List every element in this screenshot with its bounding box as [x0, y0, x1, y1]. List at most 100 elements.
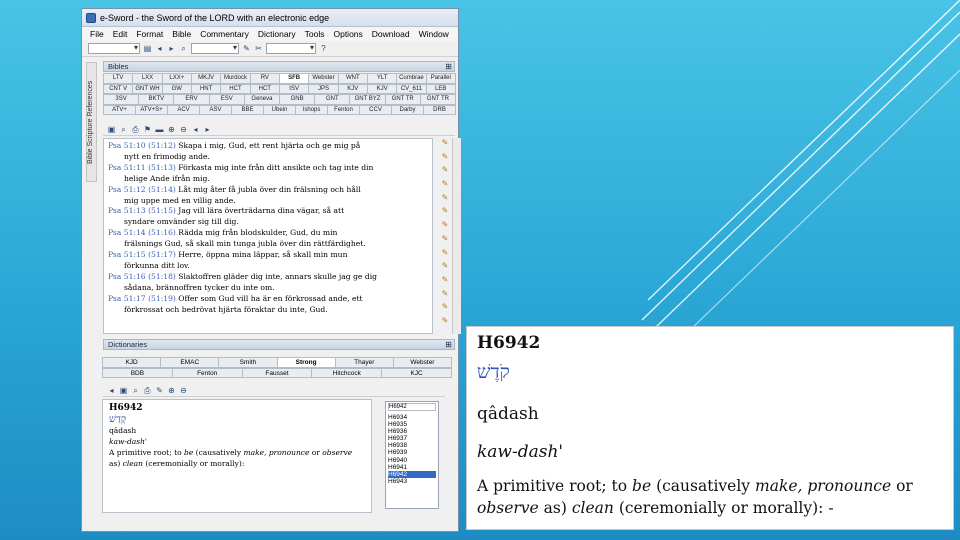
tab-bible-ishops[interactable]: Ishops [295, 104, 328, 115]
tab-bible-drb[interactable]: DRB [423, 104, 456, 115]
tab-bible-gnt-wh[interactable]: GNT WH [132, 83, 163, 94]
topic-list-item[interactable]: H6934 [388, 414, 436, 421]
back-icon[interactable]: ◂ [107, 386, 116, 395]
dictionary-combo[interactable] [266, 43, 316, 54]
bible-references-side-tab[interactable]: Bible Scripture References [86, 62, 97, 182]
verse-reference[interactable]: Psa 51:10 [108, 141, 146, 150]
commentary-marker-icon[interactable]: ✎ [439, 234, 451, 245]
tab-dictionary-bdb[interactable]: BDB [102, 367, 173, 378]
pin-icon[interactable]: ⊞ [445, 62, 452, 71]
forward-icon[interactable]: ▸ [167, 44, 176, 53]
tab-bible-gnb[interactable]: GNB [279, 94, 316, 105]
menu-item-options[interactable]: Options [333, 29, 362, 39]
tab-bible-ltv[interactable]: LTV [103, 73, 134, 84]
verse-reference[interactable]: Psa 51:16 [108, 272, 146, 281]
copy-icon[interactable]: ▣ [119, 386, 128, 395]
commentary-marker-icon[interactable]: ✎ [439, 206, 451, 217]
tab-bible-lxx-[interactable]: LXX+ [161, 73, 192, 84]
zoom-in-icon[interactable]: ⊕ [167, 386, 176, 395]
tab-bible-cumbrae[interactable]: Cumbrae [396, 73, 427, 84]
zoom-out-icon[interactable]: ⊖ [179, 386, 188, 395]
commentary-marker-icon[interactable]: ✎ [439, 248, 451, 259]
tab-bible-darby[interactable]: Darby [391, 104, 424, 115]
tab-dictionary-kjc[interactable]: KJC [381, 367, 452, 378]
highlight-icon[interactable]: ▬ [155, 125, 164, 134]
tab-bible-bbe[interactable]: BBE [231, 104, 264, 115]
menu-item-dictionary[interactable]: Dictionary [258, 29, 296, 39]
topic-list-item[interactable]: H6943 [388, 478, 436, 485]
commentary-marker-icon[interactable]: ✎ [439, 138, 451, 149]
menu-item-format[interactable]: Format [136, 29, 163, 39]
tab-bible-ccv[interactable]: CCV [359, 104, 392, 115]
tab-bible-3sv[interactable]: 3SV [103, 94, 140, 105]
tab-bible-lxx[interactable]: LXX [132, 73, 163, 84]
search-icon[interactable]: ⌕ [179, 44, 188, 53]
verse-reference[interactable]: Psa 51:15 [108, 250, 146, 259]
tab-bible-leb[interactable]: LEB [425, 83, 456, 94]
menu-item-window[interactable]: Window [419, 29, 449, 39]
tab-dictionary-kjd[interactable]: KJD [102, 357, 162, 368]
tab-bible-mkjv[interactable]: MKJV [190, 73, 222, 84]
topic-list-item[interactable]: H6942 [388, 470, 436, 478]
tab-bible-gw[interactable]: GW [161, 83, 192, 94]
tab-bible-webster[interactable]: Webster [308, 73, 339, 84]
tab-bible-acv[interactable]: ACV [167, 104, 200, 115]
tab-bible-atv-s-[interactable]: ATV+S+ [135, 104, 168, 115]
tab-dictionary-fenton[interactable]: Fenton [171, 367, 243, 378]
topic-list-item[interactable]: H6940 [388, 457, 436, 464]
edit-icon[interactable]: ✎ [155, 386, 164, 395]
topic-search-input[interactable]: H6942 [388, 403, 436, 411]
commentary-marker-icon[interactable]: ✎ [439, 179, 451, 190]
tab-bible-esv[interactable]: ESV [208, 94, 245, 105]
verse-reference[interactable]: Psa 51:14 [108, 228, 146, 237]
tab-dictionary-strong[interactable]: Strong [276, 357, 336, 368]
commentary-marker-icon[interactable]: ✎ [439, 275, 451, 286]
tab-bible-rv[interactable]: RV [249, 73, 280, 84]
tab-bible-gnt[interactable]: GNT [314, 94, 351, 105]
tab-bible-wnt[interactable]: WNT [337, 73, 368, 84]
print-icon[interactable]: ⎙ [131, 125, 140, 134]
menu-item-download[interactable]: Download [372, 29, 410, 39]
commentary-marker-icon[interactable]: ✎ [439, 193, 451, 204]
zoom-in-icon[interactable]: ⊕ [167, 125, 176, 134]
menu-item-bible[interactable]: Bible [172, 29, 191, 39]
tab-bible-murdock[interactable]: Murdock [220, 73, 251, 84]
help-icon[interactable]: ? [319, 44, 328, 53]
commentary-marker-icon[interactable]: ✎ [439, 261, 451, 272]
topic-list-item[interactable]: H6935 [388, 421, 436, 428]
tools-icon[interactable]: ✂ [254, 44, 263, 53]
tab-bible-erv[interactable]: ERV [173, 94, 210, 105]
menu-item-commentary[interactable]: Commentary [200, 29, 249, 39]
tab-bible-gnt-byz[interactable]: GNT BYZ [349, 94, 386, 105]
commentary-marker-icon[interactable]: ✎ [439, 316, 451, 327]
verse-reference[interactable]: Psa 51:17 [108, 294, 146, 303]
tab-bible-geneva[interactable]: Geneva [243, 94, 281, 105]
tab-bible-isv[interactable]: ISV [278, 83, 310, 94]
menu-item-edit[interactable]: Edit [113, 29, 128, 39]
commentary-marker-icon[interactable]: ✎ [439, 302, 451, 313]
tab-bible-gnt-tr[interactable]: GNT TR [384, 94, 421, 105]
edit-icon[interactable]: ✎ [242, 44, 251, 53]
tab-dictionary-smith[interactable]: Smith [218, 357, 278, 368]
verse-reference[interactable]: Psa 51:12 [108, 185, 146, 194]
search-icon[interactable]: ⌕ [119, 125, 128, 134]
tab-bible-parallel[interactable]: Parallel [425, 73, 456, 84]
commentary-marker-icon[interactable]: ✎ [439, 220, 451, 231]
verse-reference[interactable]: Psa 51:13 [108, 206, 146, 215]
tab-bible-ubein[interactable]: Ubein [263, 104, 296, 115]
topic-list-item[interactable]: H6939 [388, 449, 436, 456]
tab-bible-bktv[interactable]: BKTV [138, 94, 175, 105]
menu-item-file[interactable]: File [90, 29, 104, 39]
zoom-out-icon[interactable]: ⊖ [179, 125, 188, 134]
bookmark-icon[interactable]: ⚑ [143, 125, 152, 134]
verse-reference[interactable]: Psa 51:11 [108, 163, 146, 172]
tab-bible-sfb[interactable]: SFB [278, 73, 310, 84]
tab-dictionary-fausset[interactable]: Fausset [241, 367, 313, 378]
copy-icon[interactable]: ▣ [107, 125, 116, 134]
tab-dictionary-hitchcock[interactable]: Hitchcock [311, 367, 383, 378]
print-icon[interactable]: ⎙ [143, 386, 152, 395]
commentary-marker-icon[interactable]: ✎ [439, 289, 451, 300]
tab-dictionary-thayer[interactable]: Thayer [334, 357, 394, 368]
book-combo[interactable] [88, 43, 140, 54]
tab-dictionary-emac[interactable]: EMAC [160, 357, 220, 368]
